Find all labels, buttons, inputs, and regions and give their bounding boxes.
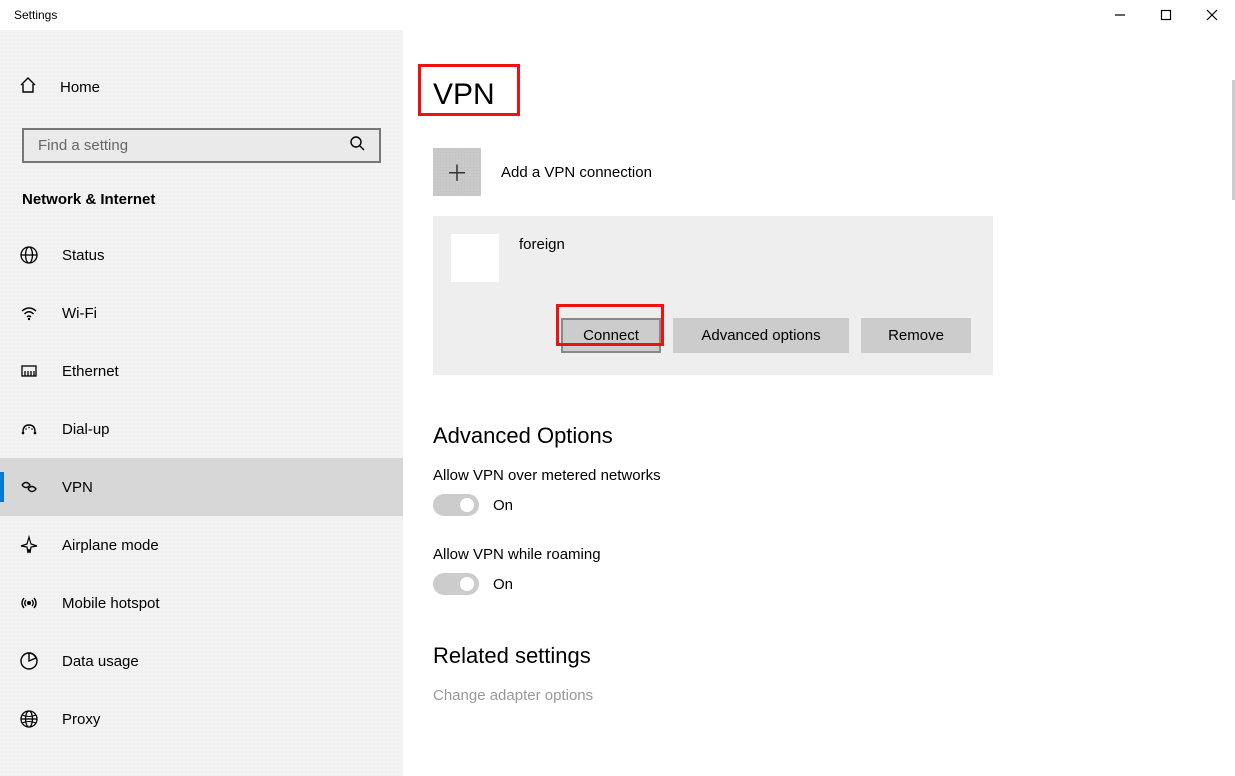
home-icon <box>18 75 38 99</box>
add-vpn-label: Add a VPN connection <box>501 164 652 181</box>
sidebar-item-data-usage[interactable]: Data usage <box>0 632 403 690</box>
sidebar-item-airplane-mode[interactable]: Airplane mode <box>0 516 403 574</box>
search-icon <box>349 135 365 156</box>
sidebar-item-label: Status <box>62 247 105 264</box>
close-button[interactable] <box>1189 0 1235 30</box>
roaming-state: On <box>493 576 513 593</box>
highlight-box-title <box>418 64 520 116</box>
title-bar: Settings <box>0 0 1235 30</box>
sidebar-item-label: Proxy <box>62 711 100 728</box>
sidebar-item-wi-fi[interactable]: Wi-Fi <box>0 284 403 342</box>
sidebar-item-dial-up[interactable]: Dial-up <box>0 400 403 458</box>
sidebar-item-ethernet[interactable]: Ethernet <box>0 342 403 400</box>
sidebar-item-label: Data usage <box>62 653 139 670</box>
page-title: VPN <box>433 78 1223 112</box>
search-input[interactable]: Find a setting <box>22 128 381 163</box>
vpn-connection-card[interactable]: foreign Connect Advanced options Remove <box>433 216 993 375</box>
advanced-options-heading: Advanced Options <box>433 423 1223 449</box>
sidebar-item-label: Airplane mode <box>62 537 159 554</box>
sidebar-item-proxy[interactable]: Proxy <box>0 690 403 748</box>
sidebar-category: Network & Internet <box>0 163 403 226</box>
metered-label: Allow VPN over metered networks <box>433 467 1223 484</box>
ethernet-icon <box>18 361 40 381</box>
sidebar-item-mobile-hotspot[interactable]: Mobile hotspot <box>0 574 403 632</box>
related-settings-heading: Related settings <box>433 643 1223 669</box>
sidebar-item-label: Dial-up <box>62 421 110 438</box>
metered-state: On <box>493 497 513 514</box>
sidebar-item-label: Ethernet <box>62 363 119 380</box>
sidebar-item-label: VPN <box>62 479 93 496</box>
metered-toggle[interactable] <box>433 494 479 516</box>
airplane-icon <box>18 535 40 555</box>
remove-button[interactable]: Remove <box>861 318 971 353</box>
roaming-toggle[interactable] <box>433 573 479 595</box>
sidebar-item-vpn[interactable]: VPN <box>0 458 403 516</box>
search-placeholder: Find a setting <box>38 137 128 154</box>
sidebar-home-label: Home <box>60 79 100 96</box>
highlight-box-connect <box>556 304 664 346</box>
sidebar-nav: Status Wi-Fi Ethernet Dial-up VPN Airplane mo… <box>0 226 403 748</box>
hotspot-icon <box>18 593 40 613</box>
change-adapter-link[interactable]: Change adapter options <box>433 687 1223 704</box>
dialup-icon <box>18 419 40 439</box>
window-title: Settings <box>0 8 57 22</box>
plus-icon: ＋ <box>433 148 481 196</box>
minimize-button[interactable] <box>1097 0 1143 30</box>
sidebar: Home Find a setting Network & Internet S… <box>0 30 403 776</box>
globe-icon <box>18 245 40 265</box>
sidebar-item-label: Wi-Fi <box>62 305 97 322</box>
wifi-icon <box>18 303 40 323</box>
sidebar-home[interactable]: Home <box>0 58 403 116</box>
add-vpn-row[interactable]: ＋ Add a VPN connection <box>433 148 1223 196</box>
datausage-icon <box>18 651 40 671</box>
sidebar-item-label: Mobile hotspot <box>62 595 160 612</box>
maximize-button[interactable] <box>1143 0 1189 30</box>
main-pane: VPN ＋ Add a VPN connection foreign Conne… <box>403 30 1235 776</box>
advanced-options-button[interactable]: Advanced options <box>673 318 849 353</box>
proxy-icon <box>18 709 40 729</box>
vpn-icon <box>18 477 40 497</box>
roaming-label: Allow VPN while roaming <box>433 546 1223 563</box>
vpn-connection-icon <box>451 234 499 282</box>
vpn-connection-name: foreign <box>519 234 565 253</box>
sidebar-item-status[interactable]: Status <box>0 226 403 284</box>
